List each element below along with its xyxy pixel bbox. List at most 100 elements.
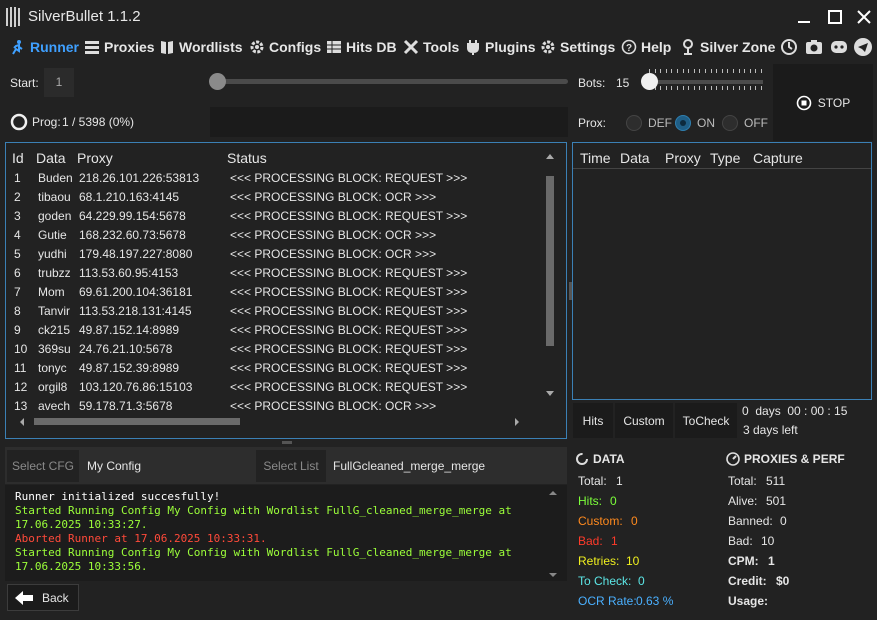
cell-proxy: 68.1.210.163:4145 [79,190,180,204]
proxy-stat-value: 511 [766,474,786,488]
table-row[interactable]: 12 orgil8 103.120.76.86:15103 <<< PROCESSIN… [6,378,544,397]
col-time[interactable]: Time [580,150,611,166]
discord-icon[interactable] [829,37,849,57]
grid-horizontal-scrollbar[interactable] [18,413,538,431]
table-row[interactable]: 5 yudhi 179.48.197.227:8080 <<< PROCESSING … [6,245,544,264]
proxy-stat-label: Usage: [728,594,769,608]
stop-icon [796,95,812,110]
log-scrollbar[interactable] [547,489,559,579]
data-stat-label: To Check: [578,574,632,588]
table-row[interactable]: 1 Buden 218.26.101.226:53813 <<< PROCESSING… [6,169,544,188]
table-row[interactable]: 11 tonyc 49.87.152.39:8989 <<< PROCESSING B… [6,359,544,378]
slider-tick [710,86,712,90]
tab-proxies[interactable]: Proxies [84,37,155,57]
col-capture[interactable]: Capture [753,150,803,166]
tab-help[interactable]: ? Help [621,37,671,57]
col-status[interactable]: Status [227,150,267,166]
col-data[interactable]: Data [620,150,650,166]
tab-hitsdb[interactable]: Hits DB [326,37,397,57]
progress-slider-track[interactable] [214,79,568,84]
bots-slider-track[interactable] [645,80,763,84]
cell-id: 8 [14,304,21,318]
tab-label: Help [641,39,672,55]
select-cfg-button[interactable]: Select CFG [7,450,79,482]
table-row[interactable]: 2 tibaou 68.1.210.163:4145 <<< PROCESSING B… [6,188,544,207]
tab-label: Wordlists [179,39,243,55]
data-stat-value: 1 [616,474,623,488]
hitsdb-icon [327,41,341,53]
cell-id: 13 [14,399,28,411]
cell-status: <<< PROCESSING BLOCK: REQUEST >>> [230,266,468,280]
proxies-icon [85,41,99,54]
slider-tick [671,86,673,90]
tab-settings[interactable]: Settings [540,37,615,57]
cell-id: 6 [14,266,21,280]
slider-tick [733,86,734,90]
proxy-stat-label: CPM: [728,554,759,568]
cell-data: orgil8 [38,380,68,394]
wordlists-icon [161,41,173,54]
tab-wordlists[interactable]: Wordlists [159,37,243,57]
slider-tick [716,69,718,73]
tab-configs[interactable]: Configs [249,37,321,57]
table-row[interactable]: 6 trubzz 113.53.60.95:4153 <<< PROCESSING B… [6,264,544,283]
table-row[interactable]: 3 goden 64.229.99.154:5678 <<< PROCESSING B… [6,207,544,226]
col-proxy[interactable]: Proxy [77,150,113,166]
bots-slider-thumb[interactable] [641,73,658,90]
cell-proxy: 218.26.101.226:53813 [79,171,200,185]
back-arrow-icon [15,590,33,605]
slider-tick [682,69,684,73]
col-proxy[interactable]: Proxy [665,150,701,166]
tab-tools[interactable]: Tools [403,37,459,57]
close-icon[interactable] [855,8,873,26]
slider-tick [660,86,662,90]
tab-label: Silver Zone [700,39,776,55]
prox-on-label: ON [697,116,715,130]
data-stat-label: OCR Rate: [578,594,637,608]
data-header-label: DATA [593,452,625,466]
prox-def-radio[interactable] [626,115,642,131]
prox-off-radio[interactable] [722,115,738,131]
table-row[interactable]: 8 Tanvir 113.53.218.131:4145 <<< PROCESSING… [6,302,544,321]
progress-slider-thumb[interactable] [209,73,226,90]
table-row[interactable]: 10 369su 24.76.21.10:5678 <<< PROCESSING BL… [6,340,544,359]
back-button[interactable]: Back [7,584,79,611]
telegram-icon[interactable] [853,37,873,57]
slider-tick [727,69,729,73]
start-input[interactable]: 1 [44,68,74,97]
camera-icon[interactable] [804,37,824,57]
cell-data: ck215 [38,323,71,337]
maximize-icon[interactable] [826,8,844,26]
splitter-grip-horizontal[interactable] [282,441,292,444]
col-data[interactable]: Data [36,150,66,166]
minimize-icon[interactable] [795,8,813,26]
table-row[interactable]: 4 Gutie 168.232.60.73:5678 <<< PROCESSING B… [6,226,544,245]
prox-def-label: DEF [648,116,672,130]
col-id[interactable]: Id [12,150,24,166]
grid-vertical-scrollbar[interactable] [542,150,558,405]
proxy-stat-value: $0 [776,574,790,588]
tab-plugins[interactable]: Plugins [465,37,536,57]
col-type[interactable]: Type [710,150,740,166]
tab-silver-zone[interactable]: Silver Zone [680,37,775,57]
runner-data-grid: Id Data Proxy Status 1 Buden 218.26.101.22… [5,142,567,439]
proxy-stat-value: 1 [768,554,775,568]
custom-tab[interactable]: Custom [615,403,673,438]
tab-runner[interactable]: Runner [10,37,79,57]
table-row[interactable]: 9 ck215 49.87.152.14:8989 <<< PROCESSING BL… [6,321,544,340]
hits-tab[interactable]: Hits [573,403,613,438]
bots-label: Bots: [578,76,606,90]
prox-on-radio[interactable] [675,115,691,131]
slider-tick [693,69,695,73]
select-list-button[interactable]: Select List [256,450,326,482]
tocheck-tab[interactable]: ToCheck [675,403,737,438]
stop-button[interactable]: STOP [773,64,873,141]
cell-data: tibaou [38,190,71,204]
cell-status: <<< PROCESSING BLOCK: REQUEST >>> [230,323,468,337]
table-row[interactable]: 13 avech 59.178.71.3:5678 <<< PROCESSING BL… [6,397,544,411]
history-icon[interactable] [779,37,799,57]
slider-tick [744,69,746,73]
cell-data: goden [38,209,72,223]
table-row[interactable]: 7 Mom 69.61.200.104:36181 <<< PROCESSING BL… [6,283,544,302]
slider-tick [755,86,757,90]
